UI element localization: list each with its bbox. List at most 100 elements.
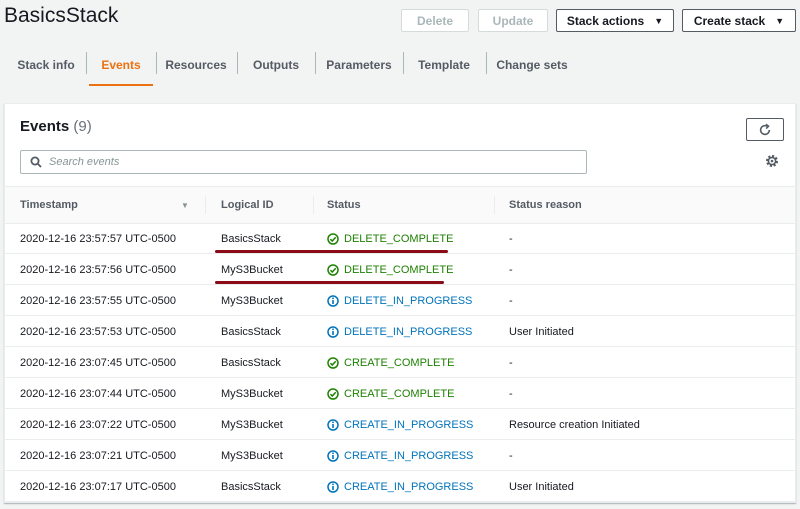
caret-down-icon: ▼ xyxy=(654,15,664,26)
cell-status-reason: User Initiated xyxy=(509,325,574,338)
delete-button[interactable]: Delete xyxy=(401,9,469,32)
cell-timestamp: 2020-12-16 23:57:55 UTC-0500 xyxy=(20,294,176,307)
cell-logical-id: BasicsStack xyxy=(221,480,281,493)
cell-status: CREATE_COMPLETE xyxy=(327,347,454,378)
cell-status-reason: User Initiated xyxy=(509,480,574,493)
search-input[interactable]: Search events xyxy=(20,150,587,174)
cell-timestamp: 2020-12-16 23:07:44 UTC-0500 xyxy=(20,387,176,400)
cell-timestamp: 2020-12-16 23:07:17 UTC-0500 xyxy=(20,480,176,493)
status-text: CREATE_COMPLETE xyxy=(344,356,455,369)
tab-divider xyxy=(486,52,487,74)
search-icon xyxy=(29,155,43,169)
cell-status: CREATE_IN_PROGRESS xyxy=(327,471,473,502)
create-stack-label: Create stack xyxy=(693,13,766,28)
check-circle-icon xyxy=(327,356,339,369)
cell-logical-id: BasicsStack xyxy=(221,356,281,369)
tab-bar: Stack info Events Resources Outputs Para… xyxy=(0,44,800,86)
check-circle-icon xyxy=(327,263,339,276)
page-header: BasicsStack Delete Update Stack actions … xyxy=(0,0,800,36)
cell-status: CREATE_IN_PROGRESS xyxy=(327,440,473,471)
table-row: 2020-12-16 23:57:53 UTC-0500 BasicsStack D… xyxy=(5,316,795,347)
status-indicator: CREATE_IN_PROGRESS xyxy=(327,419,473,431)
tab-outputs[interactable]: Outputs xyxy=(240,44,312,86)
status-indicator: DELETE_COMPLETE xyxy=(327,264,453,276)
status-text: DELETE_COMPLETE xyxy=(344,232,454,245)
tab-parameters[interactable]: Parameters xyxy=(320,44,398,86)
events-panel: Events (9) Search events Timestamp ▼ Log… xyxy=(4,103,796,503)
cell-timestamp: 2020-12-16 23:57:56 UTC-0500 xyxy=(20,263,176,276)
update-button[interactable]: Update xyxy=(478,9,548,32)
tab-change-sets[interactable]: Change sets xyxy=(490,44,574,86)
column-header-timestamp[interactable]: Timestamp xyxy=(20,187,78,223)
events-heading: Events (9) xyxy=(20,118,92,135)
cell-status-reason: - xyxy=(509,232,513,245)
table-header: Timestamp ▼ Logical ID Status Status rea… xyxy=(5,186,795,224)
column-divider xyxy=(205,196,206,214)
cell-status-reason: - xyxy=(509,294,513,307)
cell-status-reason: - xyxy=(509,263,513,276)
stack-actions-label: Stack actions xyxy=(566,13,645,28)
events-title: Events xyxy=(20,118,70,135)
cell-logical-id: MyS3Bucket xyxy=(221,387,283,400)
refresh-icon xyxy=(759,123,771,135)
table-row: 2020-12-16 23:07:44 UTC-0500 MyS3Bucket CR… xyxy=(5,378,795,409)
cell-status-reason: - xyxy=(509,356,513,369)
refresh-button[interactable] xyxy=(746,118,784,141)
status-indicator: DELETE_IN_PROGRESS xyxy=(327,326,472,338)
cell-status: DELETE_IN_PROGRESS xyxy=(327,285,472,316)
check-circle-icon xyxy=(327,387,339,400)
cell-status-reason: - xyxy=(509,387,513,400)
events-count: (9) xyxy=(73,118,92,135)
create-stack-button[interactable]: Create stack ▼ xyxy=(682,9,796,32)
stack-actions-button[interactable]: Stack actions ▼ xyxy=(556,9,674,32)
table-row: 2020-12-16 23:07:21 UTC-0500 MyS3Bucket CR… xyxy=(5,440,795,471)
tab-divider xyxy=(403,52,404,74)
check-circle-icon xyxy=(327,232,339,245)
annotation-underline xyxy=(215,250,448,253)
table-row: 2020-12-16 23:07:17 UTC-0500 BasicsStack C… xyxy=(5,471,795,502)
cell-logical-id: MyS3Bucket xyxy=(221,418,283,431)
cell-logical-id: MyS3Bucket xyxy=(221,449,283,462)
cell-timestamp: 2020-12-16 23:07:45 UTC-0500 xyxy=(20,356,176,369)
caret-down-icon: ▼ xyxy=(775,15,785,26)
status-indicator: CREATE_COMPLETE xyxy=(327,357,454,369)
tab-divider xyxy=(156,52,157,74)
cell-status-reason: Resource creation Initiated xyxy=(509,418,640,431)
status-indicator: CREATE_IN_PROGRESS xyxy=(327,450,473,462)
status-text: CREATE_IN_PROGRESS xyxy=(344,480,474,493)
table-row: 2020-12-16 23:07:45 UTC-0500 BasicsStack C… xyxy=(5,347,795,378)
tab-template[interactable]: Template xyxy=(406,44,482,86)
info-circle-icon xyxy=(327,418,339,431)
cell-timestamp: 2020-12-16 23:57:53 UTC-0500 xyxy=(20,325,176,338)
column-divider xyxy=(494,196,495,214)
search-placeholder: Search events xyxy=(49,156,120,168)
tab-divider xyxy=(315,52,316,74)
annotation-underline xyxy=(215,281,444,284)
status-indicator: DELETE_COMPLETE xyxy=(327,233,453,245)
column-header-status[interactable]: Status xyxy=(327,187,361,223)
status-text: DELETE_IN_PROGRESS xyxy=(344,325,473,338)
table-row: 2020-12-16 23:57:55 UTC-0500 MyS3Bucket DE… xyxy=(5,285,795,316)
table-row: 2020-12-16 23:07:22 UTC-0500 MyS3Bucket CR… xyxy=(5,409,795,440)
status-text: CREATE_IN_PROGRESS xyxy=(344,449,474,462)
status-indicator: CREATE_COMPLETE xyxy=(327,388,454,400)
tab-stack-info[interactable]: Stack info xyxy=(8,44,84,86)
tab-divider xyxy=(237,52,238,74)
info-circle-icon xyxy=(327,449,339,462)
info-circle-icon xyxy=(327,480,339,493)
gear-icon[interactable] xyxy=(764,153,780,169)
status-indicator: CREATE_IN_PROGRESS xyxy=(327,481,473,493)
column-divider xyxy=(313,196,314,214)
cell-status: DELETE_IN_PROGRESS xyxy=(327,316,472,347)
tab-resources[interactable]: Resources xyxy=(160,44,232,86)
status-text: DELETE_COMPLETE xyxy=(344,263,454,276)
cell-timestamp: 2020-12-16 23:07:22 UTC-0500 xyxy=(20,418,176,431)
column-header-logical-id[interactable]: Logical ID xyxy=(221,187,274,223)
cell-status-reason: - xyxy=(509,449,513,462)
tab-divider xyxy=(86,52,87,74)
cell-timestamp: 2020-12-16 23:57:57 UTC-0500 xyxy=(20,232,176,245)
column-header-status-reason[interactable]: Status reason xyxy=(509,187,582,223)
tab-events[interactable]: Events xyxy=(89,44,153,86)
status-indicator: DELETE_IN_PROGRESS xyxy=(327,295,472,307)
sort-descending-icon[interactable]: ▼ xyxy=(181,201,189,210)
